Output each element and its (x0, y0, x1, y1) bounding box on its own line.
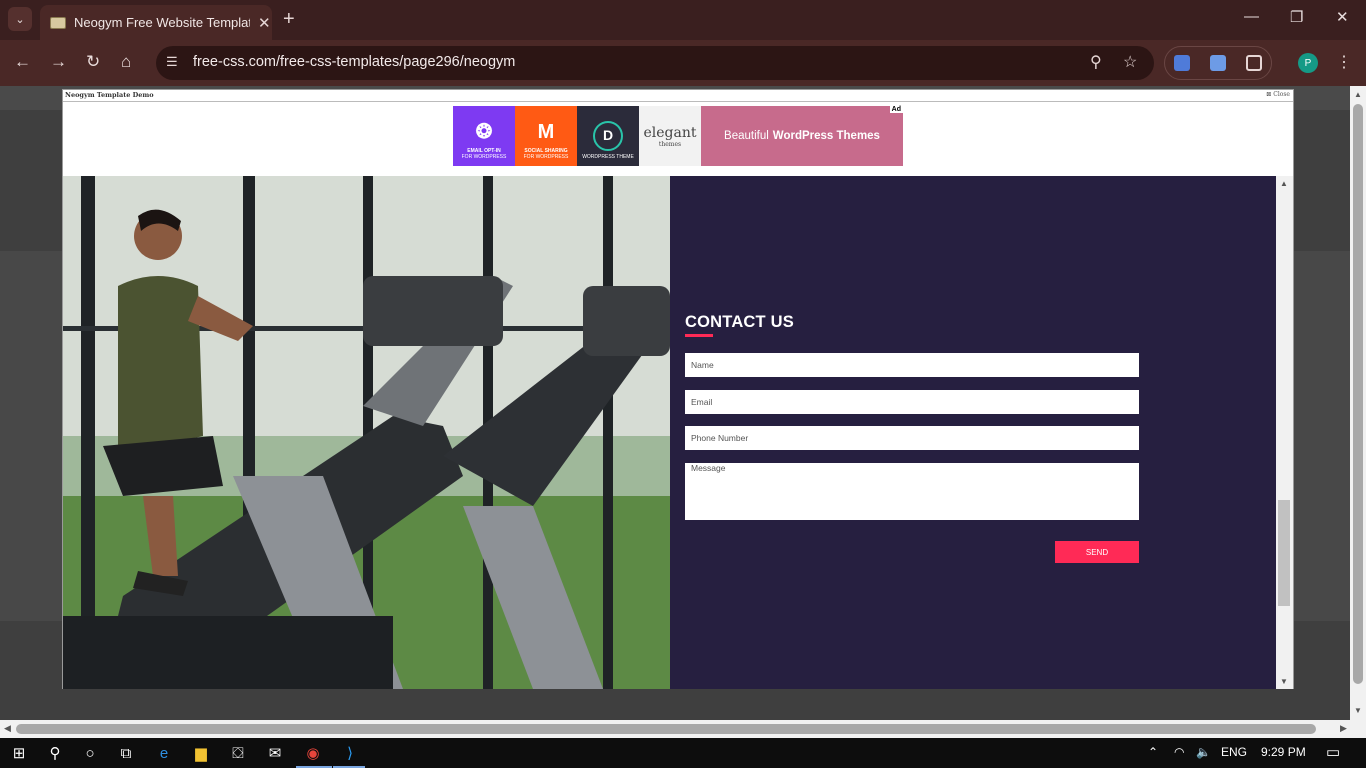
browser-toolbar: ← → ↻ ⌂ ☰ free-css.com/free-css-template… (0, 40, 1366, 86)
ad-text-bold: WordPress Themes (772, 130, 880, 142)
ad-banner[interactable]: ❂ EMAIL OPT-IN FOR WORDPRESS M SOCIAL SH… (453, 106, 903, 166)
profile-avatar[interactable]: P (1298, 53, 1318, 73)
tab-search-chevron-icon[interactable]: ⌄ (8, 7, 32, 31)
site-favicon-icon (50, 16, 66, 29)
cortana-icon[interactable]: ○ (79, 742, 101, 764)
windows-taskbar: ⊞ ⚲ ○ ⧉ e ▆ ⛋ ✉ ◉ ⟩ ⌃ ◠ 🔈 ENG 9:29 PM ▭ (0, 738, 1366, 768)
scroll-down-icon[interactable]: ▼ (1280, 677, 1288, 686)
demo-close-link[interactable]: ⊠ Close (1266, 91, 1290, 98)
extensions-group (1164, 46, 1272, 80)
notifications-icon[interactable]: ▭ (1326, 743, 1340, 761)
frame-scrollbar[interactable]: ▲ ▼ (1276, 176, 1293, 689)
task-view-icon[interactable]: ⧉ (115, 742, 137, 764)
page-horizontal-scrollbar[interactable]: ◀ ▶ (0, 720, 1366, 738)
docs-extension-icon[interactable] (1210, 55, 1226, 71)
send-button[interactable]: SEND (1055, 541, 1139, 563)
scroll-up-icon[interactable]: ▲ (1280, 179, 1288, 188)
demo-close-label[interactable]: Close (1273, 91, 1290, 98)
message-field[interactable] (685, 463, 1139, 520)
search-icon[interactable]: ⚲ (44, 742, 66, 764)
scroll-down-icon[interactable]: ▼ (1354, 706, 1362, 715)
ad-headline[interactable]: Beautiful WordPress Themes (701, 106, 903, 166)
page-scroll-thumb[interactable] (1353, 104, 1363, 684)
ad-badge[interactable]: Ad (889, 106, 903, 113)
file-explorer-icon[interactable]: ▆ (190, 742, 212, 764)
mail-icon[interactable]: ✉ (264, 742, 286, 764)
page-viewport: Neogym Template Demo ⊠ Close ❂ EMAIL OPT… (0, 86, 1350, 720)
brand-sub: themes (658, 140, 682, 148)
tab-title: Neogym Free Website Template (74, 15, 250, 30)
frame-scroll-thumb[interactable] (1278, 500, 1290, 606)
zoom-icon[interactable]: ⚲ (1090, 52, 1102, 72)
site-info-icon[interactable]: ☰ (166, 54, 178, 70)
store-icon[interactable]: ⛋ (227, 742, 249, 764)
volume-icon[interactable]: 🔈 (1196, 745, 1211, 759)
back-arrow-icon[interactable]: ← (14, 52, 31, 72)
windows-start-icon[interactable]: ⊞ (8, 742, 30, 764)
chrome-icon[interactable]: ◉ (302, 742, 324, 764)
vscode-icon[interactable]: ⟩ (339, 742, 361, 764)
window-close-icon[interactable]: ✕ (1336, 8, 1349, 26)
phone-field[interactable] (685, 426, 1139, 450)
browser-tab-active[interactable]: Neogym Free Website Template ✕ (40, 5, 272, 40)
contact-section: CONTACT US SEND (670, 176, 1276, 689)
ad-tile-title: WORDPRESS THEME (582, 153, 634, 160)
ad-tile-sub: FOR WORDPRESS (461, 153, 507, 160)
reload-icon[interactable]: ↻ (86, 52, 100, 72)
contact-heading: CONTACT US (685, 313, 794, 331)
address-bar[interactable]: ☰ free-css.com/free-css-templates/page29… (156, 46, 1154, 80)
tab-close-icon[interactable]: ✕ (258, 14, 271, 32)
gym-treadmill-photo (63, 176, 670, 689)
brand-name: elegant (643, 124, 697, 141)
clock-time[interactable]: 9:29 PM (1261, 745, 1306, 759)
template-demo-frame: Neogym Template Demo ⊠ Close ❂ EMAIL OPT… (62, 89, 1294, 689)
scroll-up-icon[interactable]: ▲ (1354, 90, 1362, 99)
menu-dots-icon[interactable]: ⋮ (1336, 52, 1352, 72)
bookmark-star-icon[interactable]: ☆ (1123, 52, 1137, 72)
translate-extension-icon[interactable] (1174, 55, 1190, 71)
ad-tile-wordpress-theme[interactable]: D WORDPRESS THEME (577, 106, 639, 166)
ad-tile-social-sharing[interactable]: M SOCIAL SHARING FOR WORDPRESS (515, 106, 577, 166)
url-text[interactable]: free-css.com/free-css-templates/page296/… (193, 54, 515, 70)
extensions-puzzle-icon[interactable] (1246, 55, 1262, 71)
elegant-themes-logo[interactable]: elegant themes (639, 106, 701, 166)
forward-arrow-icon[interactable]: → (50, 52, 67, 72)
page-hscroll-thumb[interactable] (16, 724, 1316, 734)
email-field[interactable] (685, 390, 1139, 414)
bloom-icon: ❂ (475, 121, 493, 143)
monarch-icon: M (537, 121, 555, 143)
home-icon[interactable]: ⌂ (121, 52, 131, 72)
demo-title: Neogym Template Demo (65, 91, 154, 99)
page-vertical-scrollbar[interactable]: ▲ ▼ (1350, 86, 1366, 720)
scroll-right-icon[interactable]: ▶ (1340, 723, 1347, 734)
heading-underline (685, 334, 713, 337)
minimize-icon[interactable]: — (1244, 8, 1259, 25)
tray-chevron-icon[interactable]: ⌃ (1148, 745, 1158, 759)
edge-icon[interactable]: e (153, 742, 175, 764)
demo-bar: Neogym Template Demo ⊠ Close (63, 90, 1293, 102)
restore-icon[interactable]: ❐ (1290, 8, 1303, 26)
ad-text-plain: Beautiful (724, 130, 769, 142)
language-indicator[interactable]: ENG (1221, 745, 1247, 759)
scroll-left-icon[interactable]: ◀ (4, 723, 11, 734)
new-tab-plus-icon[interactable]: + (283, 8, 295, 31)
wifi-icon[interactable]: ◠ (1174, 745, 1184, 759)
browser-tab-bar: ⌄ Neogym Free Website Template ✕ + — ❐ ✕ (0, 0, 1366, 40)
ad-tile-sub: FOR WORDPRESS (523, 153, 569, 160)
gym-photo-illustration (63, 176, 670, 689)
divi-icon: D (593, 120, 623, 151)
name-field[interactable] (685, 353, 1139, 377)
ad-tile-email-optin[interactable]: ❂ EMAIL OPT-IN FOR WORDPRESS (453, 106, 515, 166)
